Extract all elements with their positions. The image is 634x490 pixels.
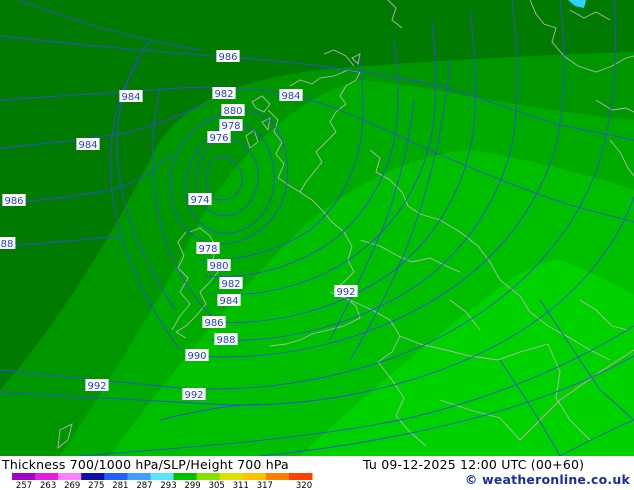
weather-map: 986984 982 984880978976984986 97488 97898098…	[0, 0, 634, 456]
isobar-label: 984	[119, 90, 143, 103]
isobar-label-text: 986	[4, 196, 23, 207]
isobar-label-text: 992	[87, 381, 106, 392]
legend-tick-label: 263	[40, 481, 56, 489]
legend-swatch	[104, 473, 128, 480]
isobar-label: 992	[182, 388, 206, 401]
isobar-label-text: 880	[223, 106, 242, 117]
legend-swatch	[150, 473, 175, 480]
isobar-label: 992	[85, 379, 109, 392]
isobar-label-text: 974	[190, 195, 209, 206]
isobar-label: 978	[219, 119, 243, 132]
valid-time: Tu 09-12-2025 12:00 UTC (00+60)	[363, 457, 585, 472]
legend-tick-label: 269	[64, 481, 80, 489]
legend-tick-label: 299	[184, 481, 200, 489]
isobar-label-text: 980	[209, 261, 228, 272]
map-title: Thickness 700/1000 hPa/SLP/Height 700 hP…	[2, 457, 289, 472]
isobar-label-text: 992	[336, 287, 355, 298]
isobar-label: 986	[2, 194, 26, 207]
isobar-label-text: 976	[209, 133, 228, 144]
isobar-label: 974	[188, 193, 212, 206]
isobar-label-text: 982	[221, 279, 240, 290]
isobar-label-text: 88	[1, 239, 14, 250]
isobar-label: 992	[334, 285, 358, 298]
legend-tick-label: 293	[160, 481, 176, 489]
legend-swatch	[265, 473, 290, 480]
legend-swatch	[288, 473, 313, 480]
legend-swatch	[127, 473, 151, 480]
legend-tick-label: 281	[112, 481, 128, 489]
legend-tick-label: 311	[233, 481, 249, 489]
isobar-label: 984	[217, 294, 241, 307]
isobar-label: 986	[216, 50, 240, 63]
isobar-label: 978	[196, 242, 220, 255]
isobar-label-text: 984	[281, 91, 300, 102]
isobar-label-text: 986	[204, 318, 223, 329]
legend-swatch	[58, 473, 82, 480]
isobar-label-text: 984	[121, 92, 140, 103]
legend-tick-label: 275	[88, 481, 104, 489]
isobar-label: 988	[214, 333, 238, 346]
isobar-label: 980	[207, 259, 231, 272]
isobar-label: 984	[76, 138, 100, 151]
map-footer: Thickness 700/1000 hPa/SLP/Height 700 hP…	[0, 456, 634, 490]
legend-swatch	[242, 473, 267, 480]
legend-swatch	[35, 473, 59, 480]
isobar-label: 976	[207, 131, 231, 144]
legend-tick-label: 257	[16, 481, 32, 489]
legend-swatch	[219, 473, 244, 480]
isobar-label-text: 988	[216, 335, 235, 346]
isobar-label-text: 982	[214, 89, 233, 100]
isobar-label-text: 984	[78, 140, 97, 151]
isobar-label: 986	[202, 316, 226, 329]
legend-tick-label: 320	[296, 481, 312, 489]
thickness-legend: 257 263 269 275 281 287 293 299 305 311 317 320	[12, 473, 313, 489]
isobar-label: 982	[219, 277, 243, 290]
credit-link[interactable]: © weatheronline.co.uk	[465, 472, 630, 487]
isobar-label-text: 990	[187, 351, 206, 362]
legend-tick-label: 317	[257, 481, 273, 489]
isobar-label-text: 984	[219, 296, 238, 307]
legend-swatch	[81, 473, 105, 480]
legend-swatch	[173, 473, 198, 480]
isobar-label-text: 978	[198, 244, 217, 255]
isobar-label: 880	[221, 104, 245, 117]
legend-tick-label: 287	[136, 481, 152, 489]
legend-tick-label: 305	[209, 481, 225, 489]
isobar-label: 88	[0, 237, 16, 250]
isobar-label-text: 986	[218, 52, 237, 63]
isobar-label-text: 978	[221, 121, 240, 132]
legend-swatch	[12, 473, 36, 480]
isobar-label: 990	[185, 349, 209, 362]
legend-swatch	[196, 473, 221, 480]
isobar-label-text: 992	[184, 390, 203, 401]
isobar-label: 984	[279, 89, 303, 102]
isobar-label: 982	[212, 87, 236, 100]
